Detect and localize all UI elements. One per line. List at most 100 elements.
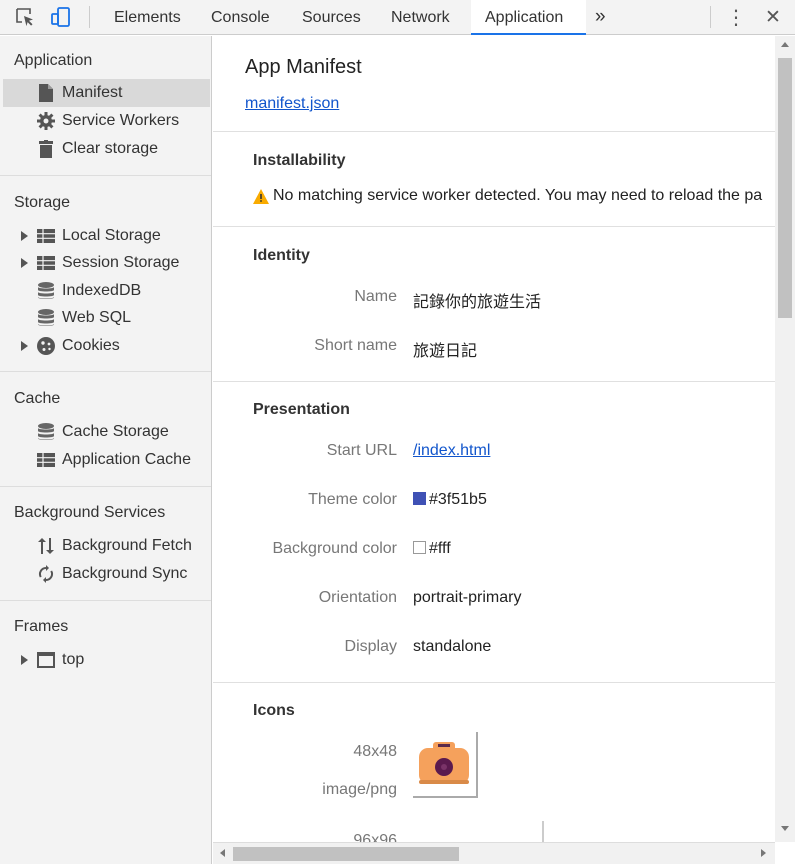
tab-application[interactable]: Application (471, 0, 586, 35)
section-title-identity: Identity (253, 247, 310, 264)
sidebar-item-label: Local Storage (62, 227, 161, 244)
close-icon[interactable]: ✕ (761, 5, 785, 29)
sidebar-item-label: top (62, 651, 85, 668)
scroll-left-icon[interactable] (220, 849, 225, 857)
sidebar-item-label: IndexedDB (62, 282, 142, 299)
background-color-swatch (413, 541, 426, 554)
sidebar-item-label: Background Sync (62, 565, 188, 582)
sidebar-item-local-storage[interactable]: Local Storage (3, 222, 210, 250)
tab-console[interactable]: Console (197, 0, 284, 35)
sidebar-item-service-workers[interactable]: Service Workers (3, 107, 210, 135)
theme-color-value: #3f51b5 (413, 491, 487, 509)
sidebar-item-clear-storage[interactable]: Clear storage (3, 135, 210, 163)
expand-arrow-icon[interactable] (21, 231, 28, 241)
sidebar-item-cookies[interactable]: Cookies (3, 332, 210, 360)
database-icon (36, 422, 56, 442)
manifest-panel: App Manifest manifest.json Installabilit… (213, 36, 775, 842)
sidebar-item-label: Application Cache (62, 451, 191, 468)
name-value: 記錄你的旅遊生活 (413, 294, 542, 311)
icon-size-label: 96x96 (353, 832, 397, 842)
sidebar-heading-background-services: Background Services (14, 504, 166, 521)
frame-icon (36, 650, 56, 670)
section-title-presentation: Presentation (253, 401, 350, 418)
manifest-json-link[interactable]: manifest.json (245, 95, 339, 113)
sync-icon (36, 564, 56, 584)
sidebar-item-indexeddb[interactable]: IndexedDB (3, 277, 210, 305)
sidebar-heading-storage: Storage (14, 194, 71, 211)
device-toolbar-icon[interactable] (49, 5, 73, 29)
orientation-value: portrait-primary (413, 589, 522, 606)
sidebar-item-label: Session Storage (62, 254, 180, 271)
sidebar-item-label: Web SQL (62, 309, 132, 326)
grid-icon (36, 450, 56, 470)
short-name-label: Short name (314, 337, 397, 354)
sidebar-item-session-storage[interactable]: Session Storage (3, 249, 210, 277)
section-divider (213, 226, 775, 227)
toolbar-separator (89, 6, 90, 28)
sidebar-item-label: Manifest (62, 84, 123, 101)
vertical-scrollbar[interactable] (775, 36, 795, 842)
warning-text: No matching service worker detected. You… (273, 187, 763, 204)
database-icon (36, 308, 56, 328)
section-title-icons: Icons (253, 702, 295, 719)
sidebar-item-frame-top[interactable]: top (3, 646, 210, 674)
icon-preview-edge (542, 821, 544, 842)
sidebar-item-label: Service Workers (62, 112, 180, 129)
sidebar-heading-frames: Frames (14, 618, 69, 635)
icon-size-label: 48x48 (353, 743, 397, 760)
scroll-right-icon[interactable] (761, 849, 766, 857)
name-label: Name (354, 288, 397, 305)
icon-type-label: image/png (322, 781, 397, 798)
background-color-value: #fff (413, 540, 451, 558)
grid-icon (36, 253, 56, 273)
vertical-scroll-thumb[interactable] (778, 58, 792, 318)
kebab-menu-icon[interactable]: ⋮ (724, 5, 748, 29)
sidebar-divider (0, 600, 211, 601)
scroll-up-icon[interactable] (781, 42, 789, 47)
installability-warning: No matching service worker detected. You… (253, 187, 762, 205)
start-url-link[interactable]: /index.html (413, 442, 490, 460)
warning-icon (253, 188, 269, 204)
horizontal-scroll-thumb[interactable] (233, 847, 459, 861)
section-divider (213, 131, 775, 132)
inspect-element-icon[interactable] (13, 5, 37, 29)
sidebar-item-manifest[interactable]: Manifest (3, 79, 210, 107)
display-label: Display (344, 638, 397, 655)
display-value: standalone (413, 638, 492, 655)
database-icon (36, 281, 56, 301)
cookie-icon (36, 336, 56, 356)
expand-arrow-icon[interactable] (21, 341, 28, 351)
sidebar-item-application-cache[interactable]: Application Cache (3, 446, 210, 474)
sidebar-item-label: Cache Storage (62, 423, 169, 440)
start-url-label: Start URL (326, 442, 397, 459)
tab-network[interactable]: Network (377, 0, 464, 35)
scroll-down-icon[interactable] (781, 826, 789, 831)
sidebar-item-background-fetch[interactable]: Background Fetch (3, 532, 210, 560)
sidebar-divider (0, 371, 211, 372)
short-name-value: 旅遊日記 (413, 343, 478, 360)
grid-icon (36, 226, 56, 246)
theme-color-text: #3f51b5 (429, 491, 487, 508)
section-title-installability: Installability (253, 152, 346, 169)
expand-arrow-icon[interactable] (21, 655, 28, 665)
section-divider (213, 682, 775, 683)
sidebar-item-cache-storage[interactable]: Cache Storage (3, 418, 210, 446)
arrows-updown-icon (36, 536, 56, 556)
expand-arrow-icon[interactable] (21, 258, 28, 268)
tab-elements[interactable]: Elements (100, 0, 195, 35)
theme-color-swatch (413, 492, 426, 505)
background-color-label: Background color (272, 540, 397, 557)
more-tabs-icon[interactable]: » (595, 0, 606, 35)
page-title: App Manifest (245, 56, 362, 78)
orientation-label: Orientation (318, 589, 397, 606)
tab-sources[interactable]: Sources (288, 0, 375, 35)
icon-preview (413, 732, 478, 798)
sidebar-item-web-sql[interactable]: Web SQL (3, 304, 210, 332)
devtools-toolbar: Elements Console Sources Network Applica… (0, 0, 795, 35)
sidebar: Application Manifest Service Workers Cle… (0, 36, 212, 864)
sidebar-item-label: Clear storage (62, 140, 159, 157)
sidebar-item-label: Background Fetch (62, 537, 192, 554)
sidebar-item-background-sync[interactable]: Background Sync (3, 560, 210, 588)
horizontal-scrollbar[interactable] (213, 842, 775, 864)
camera-icon (419, 742, 469, 784)
